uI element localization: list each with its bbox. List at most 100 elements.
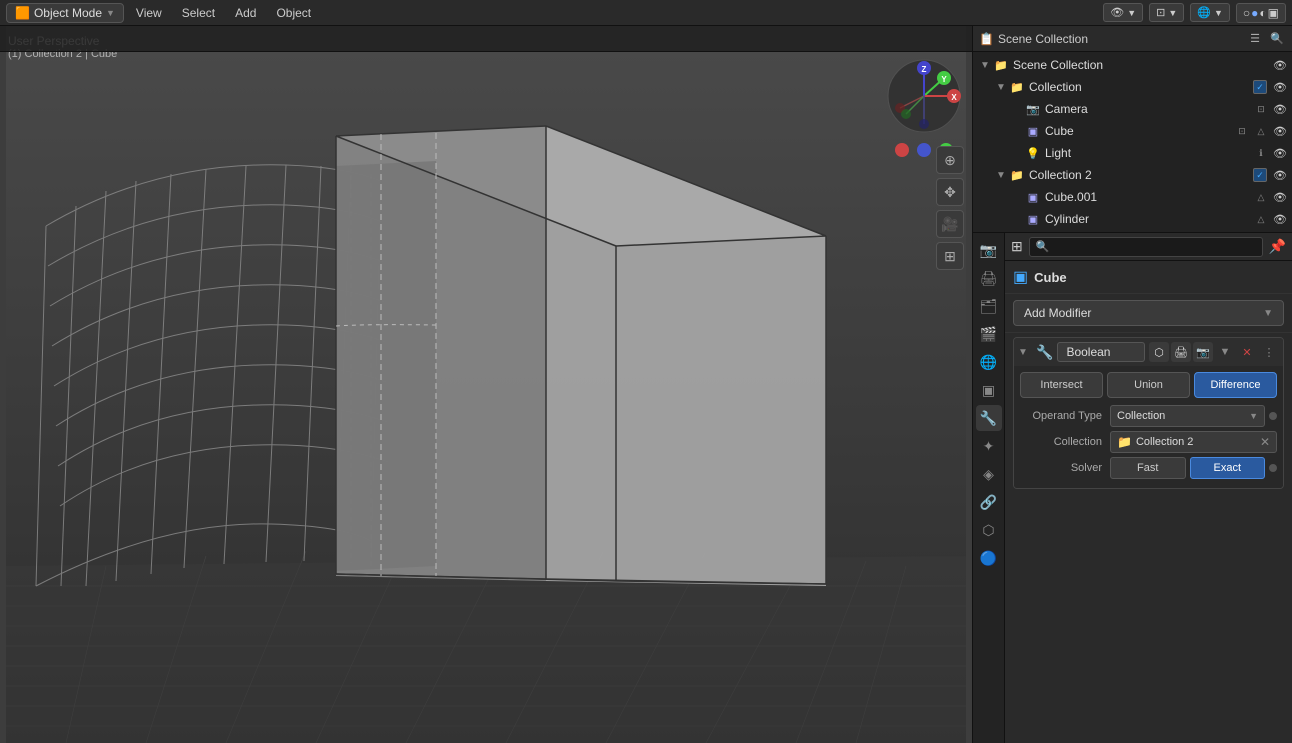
- modifier-more-btn[interactable]: ⋮: [1259, 342, 1279, 362]
- overlay-btn[interactable]: ⊡ ▼: [1149, 3, 1184, 22]
- exact-btn[interactable]: Exact: [1190, 457, 1266, 479]
- view-layer-properties-btn[interactable]: 🗂: [976, 293, 1002, 319]
- cube-filter-btn[interactable]: ⊡: [1234, 123, 1250, 139]
- display-mode-group[interactable]: ○ ● ◐ ▣: [1236, 3, 1286, 23]
- solver-keyframe-dot[interactable]: [1269, 464, 1277, 472]
- viewport[interactable]: User Perspective (1) Collection 2 | Cube: [0, 26, 972, 743]
- move-tool-btn[interactable]: ✥: [936, 178, 964, 206]
- solver-buttons: Fast Exact: [1110, 457, 1265, 479]
- mode-selector[interactable]: 🟧 Object Mode ▼: [6, 3, 124, 23]
- object-properties-btn[interactable]: ▣: [976, 377, 1002, 403]
- outliner-item-collection2[interactable]: 📁 Collection 2 ✓ 👁: [973, 164, 1292, 186]
- cube-eye-btn[interactable]: 👁: [1272, 123, 1288, 139]
- light-actions: ℹ 👁: [1253, 145, 1288, 161]
- properties-search-input[interactable]: [1029, 237, 1263, 257]
- modifier-dropdown-btn[interactable]: ▼: [1215, 342, 1235, 362]
- grid-btn[interactable]: ⊞: [936, 242, 964, 270]
- svg-text:Z: Z: [922, 65, 927, 74]
- camera-eye-btn[interactable]: 👁: [1272, 101, 1288, 117]
- cube001-restrict-btn[interactable]: △: [1253, 189, 1269, 205]
- scene-collection-label: Scene Collection: [1013, 58, 1272, 72]
- material-properties-btn[interactable]: 🔵: [976, 545, 1002, 571]
- operation-buttons: Intersect Union Difference: [1020, 372, 1277, 398]
- difference-btn[interactable]: Difference: [1194, 372, 1277, 398]
- cube-restrict-btn[interactable]: △: [1253, 123, 1269, 139]
- modifier-camera-btn[interactable]: 📷: [1193, 342, 1213, 362]
- render-properties-btn[interactable]: 📷: [976, 237, 1002, 263]
- operand-type-dropdown[interactable]: Collection ▼: [1110, 405, 1265, 427]
- outliner-filter-btn[interactable]: ☰: [1246, 30, 1264, 48]
- modifier-type-dropdown[interactable]: Boolean: [1057, 342, 1145, 362]
- outliner-header: 📋 Scene Collection ☰ 🔍: [973, 26, 1292, 52]
- camera-icon: 📷: [1025, 101, 1041, 117]
- collection2-actions: ✓ 👁: [1253, 167, 1288, 183]
- cube001-eye-btn[interactable]: 👁: [1272, 189, 1288, 205]
- world-properties-btn[interactable]: 🌐: [976, 349, 1002, 375]
- output-properties-btn[interactable]: 🖨: [976, 265, 1002, 291]
- modifier-expand-btn[interactable]: ▼: [1018, 347, 1032, 358]
- modifier-properties-btn[interactable]: 🔧: [976, 405, 1002, 431]
- collection-dropdown[interactable]: 📁 Collection 2 ✕: [1110, 431, 1277, 453]
- collection-check[interactable]: ✓: [1253, 80, 1267, 94]
- outliner-item-collection[interactable]: 📁 Collection ✓ 👁: [973, 76, 1292, 98]
- mode-label: Object Mode: [34, 6, 102, 20]
- scene-properties-btn[interactable]: 🎬: [976, 321, 1002, 347]
- modifier-realtime-btn[interactable]: ⬡: [1149, 342, 1169, 362]
- fast-btn[interactable]: Fast: [1110, 457, 1186, 479]
- cylinder-eye-btn[interactable]: 👁: [1272, 211, 1288, 227]
- outliner-title: Scene Collection: [998, 32, 1242, 46]
- intersect-btn[interactable]: Intersect: [1020, 372, 1103, 398]
- light-eye-btn[interactable]: 👁: [1272, 145, 1288, 161]
- outliner-item-cube[interactable]: ► ▣ Cube ⊡ △ 👁: [973, 120, 1292, 142]
- viewport-shading-btn[interactable]: 👁 ▼: [1103, 3, 1143, 22]
- viewport-gizmo[interactable]: Y X Z: [884, 56, 964, 136]
- collection-icon: 📁: [1009, 79, 1025, 95]
- constraints-properties-btn[interactable]: 🔗: [976, 489, 1002, 515]
- solver-row: Solver Fast Exact: [1020, 456, 1277, 480]
- outliner-item-cube001[interactable]: ► ▣ Cube.001 △ 👁: [973, 186, 1292, 208]
- outliner-item-scene-collection[interactable]: 📁 Scene Collection 👁: [973, 54, 1292, 76]
- collection2-eye-btn[interactable]: 👁: [1272, 167, 1288, 183]
- union-btn[interactable]: Union: [1107, 372, 1190, 398]
- menu-object[interactable]: Object: [268, 4, 319, 22]
- cube001-actions: △ 👁: [1253, 189, 1288, 205]
- particles-properties-btn[interactable]: ✦: [976, 433, 1002, 459]
- camera-filter-btn[interactable]: ⊡: [1253, 101, 1269, 117]
- outliner-item-cylinder[interactable]: ► ▣ Cylinder △ 👁: [973, 208, 1292, 230]
- scene-collection-eye-btn[interactable]: 👁: [1272, 57, 1288, 73]
- menu-select[interactable]: Select: [174, 4, 223, 22]
- collection-row-value: 📁 Collection 2 ✕: [1110, 431, 1277, 453]
- collection-clear-btn[interactable]: ✕: [1260, 435, 1270, 449]
- viewport-mode-icon: 🌐: [1197, 6, 1211, 19]
- collection2-check[interactable]: ✓: [1253, 168, 1267, 182]
- outliner-item-light[interactable]: ► 💡 Light ℹ 👁: [973, 142, 1292, 164]
- collection-label: Collection: [1029, 80, 1253, 94]
- physics-properties-btn[interactable]: ◈: [976, 461, 1002, 487]
- properties-content: ⊞ 📌 ▣ Cube Add Modifier ▼: [1005, 233, 1292, 743]
- light-info-btn[interactable]: ℹ: [1253, 145, 1269, 161]
- modifier-render-btn[interactable]: 🖨: [1171, 342, 1191, 362]
- collection2-icon: 📁: [1009, 167, 1025, 183]
- cube001-label: Cube.001: [1045, 190, 1253, 204]
- viewport-shading-icon: 👁: [1110, 6, 1124, 19]
- outliner-search-btn[interactable]: 🔍: [1268, 30, 1286, 48]
- menu-add[interactable]: Add: [227, 4, 264, 22]
- menu-view[interactable]: View: [128, 4, 170, 22]
- properties-pin-btn[interactable]: 📌: [1269, 238, 1286, 255]
- modifier-delete-btn[interactable]: ✕: [1237, 342, 1257, 362]
- properties-header: ⊞ 📌: [1005, 233, 1292, 261]
- expand-scene-collection: [977, 57, 993, 73]
- cursor-tool-btn[interactable]: ⊕: [936, 146, 964, 174]
- camera-view-btn[interactable]: 🎥: [936, 210, 964, 238]
- data-properties-btn[interactable]: ⬡: [976, 517, 1002, 543]
- collection-actions: ✓ 👁: [1253, 79, 1288, 95]
- light-label: Light: [1045, 146, 1253, 160]
- cube-icon: ▣: [1025, 123, 1041, 139]
- cylinder-restrict-btn[interactable]: △: [1253, 211, 1269, 227]
- operand-type-keyframe-dot[interactable]: [1269, 412, 1277, 420]
- viewport-mode-btn[interactable]: 🌐 ▼: [1190, 3, 1230, 22]
- collection-eye-btn[interactable]: 👁: [1272, 79, 1288, 95]
- add-modifier-btn[interactable]: Add Modifier ▼: [1013, 300, 1284, 326]
- outliner-item-camera[interactable]: ► 📷 Camera ⊡ 👁: [973, 98, 1292, 120]
- svg-text:Y: Y: [941, 75, 947, 84]
